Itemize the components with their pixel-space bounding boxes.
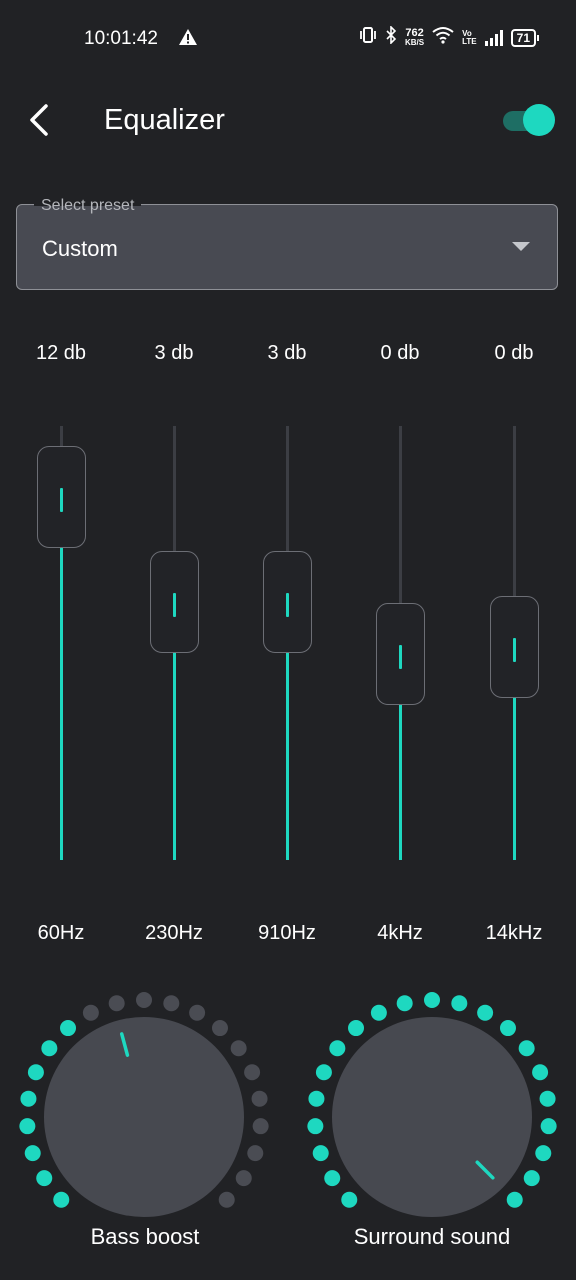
knob-level-dot: [532, 1064, 549, 1081]
knob-level-dot: [41, 1040, 58, 1057]
thumb-indicator: [286, 592, 289, 617]
knob-level-dot: [424, 992, 440, 1008]
volte-bottom: LTE: [462, 37, 477, 46]
knob-level-dot: [136, 992, 152, 1008]
status-time: 10:01:42: [84, 28, 158, 49]
knob-level-dot: [312, 1145, 329, 1162]
knob-level-dot: [451, 995, 468, 1012]
knob-level-dot: [218, 1191, 235, 1208]
band-frequency-label: 230Hz: [145, 922, 203, 944]
status-icons: 762 KB/S Vo LTE 71: [359, 25, 540, 50]
knob-level-dot: [315, 1064, 332, 1081]
knob-level-dot: [163, 995, 180, 1012]
network-speed-value: 762: [405, 27, 424, 39]
battery-icon: 71: [510, 29, 540, 47]
toggle-knob: [523, 104, 555, 136]
knob-level-dot: [252, 1118, 269, 1135]
network-speed: 762 KB/S: [405, 28, 424, 48]
band-slider-thumb[interactable]: [150, 550, 199, 653]
band-frequency-label: 14kHz: [485, 922, 543, 944]
knob-level-dot: [308, 1090, 325, 1107]
band-db-label: 0 db: [494, 342, 534, 364]
knob-level-dot: [251, 1090, 268, 1107]
knob-level-dot: [348, 1020, 365, 1037]
knob-level-dot: [108, 995, 125, 1012]
knob-level-dot: [230, 1040, 247, 1057]
signal-strength-icon: [484, 30, 503, 46]
knob-level-dot: [341, 1191, 358, 1208]
knob-level-dot: [27, 1064, 44, 1081]
band-slider-thumb[interactable]: [263, 550, 312, 653]
volte-indicator: Vo LTE: [462, 30, 477, 46]
knob-level-dot: [53, 1191, 70, 1208]
band-db-label: 3 db: [154, 342, 194, 364]
bluetooth-icon: [385, 25, 397, 50]
dropdown-arrow-icon: [512, 242, 530, 251]
back-button[interactable]: [24, 100, 64, 140]
surround-sound-label: Surround sound: [353, 1224, 511, 1249]
bass-boost-knob[interactable]: [19, 992, 269, 1217]
knob-level-dot: [60, 1020, 77, 1037]
back-arrow-icon: [30, 104, 48, 136]
knob-level-dot: [535, 1145, 552, 1162]
surround-sound-knob[interactable]: [307, 992, 557, 1217]
vibrate-icon: [359, 26, 377, 50]
knob-level-dot: [477, 1004, 494, 1021]
knob-level-dot: [518, 1040, 535, 1057]
thumb-indicator: [513, 637, 516, 662]
knob-level-dot: [396, 995, 413, 1012]
knob-level-dot: [189, 1004, 206, 1021]
knob-level-dot: [370, 1004, 387, 1021]
knob-level-dot: [247, 1145, 264, 1162]
thumb-indicator: [399, 644, 402, 669]
bass-boost-label: Bass boost: [90, 1224, 200, 1249]
band-frequency-label: 4kHz: [377, 922, 423, 944]
knob-level-dot: [540, 1118, 557, 1135]
band-frequency-label: 910Hz: [258, 922, 316, 944]
preset-select-value: Custom: [42, 236, 118, 261]
knob-level-dot: [523, 1170, 540, 1187]
band-level-fill: [60, 496, 63, 860]
knob-level-dot: [324, 1170, 341, 1187]
band-frequency-label: 60Hz: [37, 922, 85, 944]
knob-level-dot: [329, 1040, 346, 1057]
knob-level-dot: [235, 1170, 252, 1187]
band-slider-thumb[interactable]: [376, 602, 425, 705]
knob-level-dot: [24, 1145, 41, 1162]
network-speed-unit: KB/S: [405, 38, 425, 47]
knob-level-dot: [539, 1090, 556, 1107]
thumb-indicator: [60, 487, 63, 512]
knob-level-dot: [506, 1191, 523, 1208]
knob-level-dot: [244, 1064, 261, 1081]
band-db-label: 0 db: [380, 342, 420, 364]
thumb-indicator: [173, 592, 176, 617]
effect-knobs: [19, 992, 557, 1217]
knob-level-dot: [19, 1118, 36, 1135]
knob-level-dot: [82, 1004, 99, 1021]
equalizer-toggle[interactable]: [503, 104, 555, 136]
knob-level-dot: [20, 1090, 37, 1107]
knob-level-dot: [36, 1170, 53, 1187]
band-db-label: 12 db: [35, 342, 87, 364]
page-title: Equalizer: [104, 104, 225, 136]
band-db-label: 3 db: [267, 342, 307, 364]
wifi-icon: [432, 26, 454, 50]
knob-dial[interactable]: [332, 1017, 532, 1217]
knob-level-dot: [211, 1020, 228, 1037]
preset-select-label: Select preset: [34, 197, 142, 215]
band-slider-thumb[interactable]: [490, 595, 539, 698]
warning-triangle-icon: [178, 28, 198, 51]
knob-level-dot: [499, 1020, 516, 1037]
band-slider-thumb[interactable]: [37, 445, 86, 548]
knob-dial[interactable]: [44, 1017, 244, 1217]
knob-level-dot: [307, 1118, 324, 1135]
